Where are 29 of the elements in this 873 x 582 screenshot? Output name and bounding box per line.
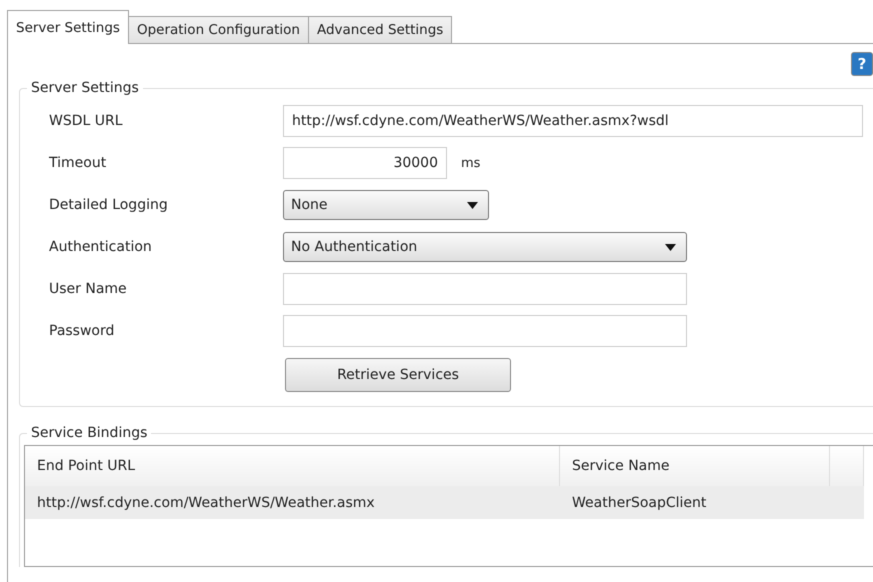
text-field[interactable] — [283, 315, 687, 347]
field-label: Detailed Logging — [49, 197, 169, 213]
text-field[interactable]: http://wsf.cdyne.com/WeatherWS/Weather.asmx?wsdl — [283, 105, 863, 137]
field-label: Timeout — [49, 155, 108, 171]
table-row[interactable]: http://wsf.cdyne.com/WeatherWS/Weather.asmx WeatherSoapClient — [25, 486, 873, 519]
caret-icon — [665, 244, 676, 250]
tab[interactable]: Operation Configuration — [128, 16, 309, 44]
table-cell: http://wsf.cdyne.com/WeatherWS/Weather.asmx — [25, 486, 560, 519]
field-label: Password — [49, 323, 116, 339]
column-header[interactable]: End Point URL — [25, 446, 560, 486]
help-button[interactable]: ? — [851, 52, 873, 76]
row-filler — [830, 486, 864, 519]
dropdown[interactable]: No Authentication — [283, 232, 687, 262]
group-title: Server Settings — [30, 80, 140, 96]
field-label: Authentication — [49, 239, 153, 255]
table-cell: WeatherSoapClient — [560, 486, 830, 519]
field-label: User Name — [49, 281, 128, 297]
retrieve-button[interactable]: Retrieve Services — [285, 358, 511, 392]
number-field[interactable]: 30000 — [283, 147, 447, 179]
group-title: Service Bindings — [30, 425, 148, 441]
field-label: WSDL URL — [49, 113, 124, 129]
tab[interactable]: Advanced Settings — [308, 16, 452, 44]
tab[interactable]: Server Settings — [7, 10, 129, 44]
unit-label: ms — [461, 156, 480, 170]
text-field[interactable] — [283, 273, 687, 305]
header-filler — [830, 446, 864, 486]
column-header[interactable]: Service Name — [560, 446, 830, 486]
caret-icon — [467, 202, 478, 208]
dropdown[interactable]: None — [283, 190, 489, 220]
